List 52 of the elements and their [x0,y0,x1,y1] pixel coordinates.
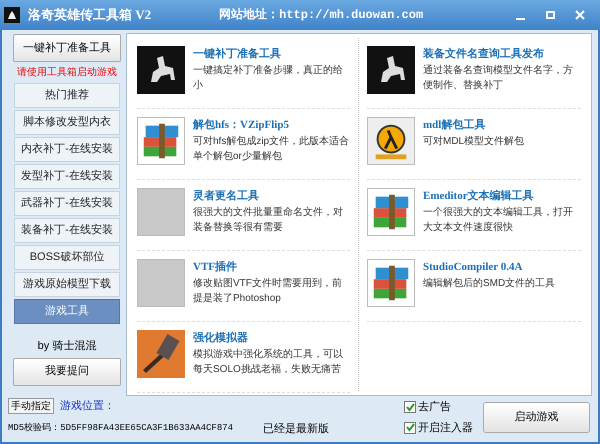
manual-select-button[interactable]: 手动指定 [8,398,54,414]
patch-prep-button[interactable]: 一键补丁准备工具 [13,34,121,62]
blank-thumbnail [137,259,185,307]
checkbox[interactable] [404,422,416,434]
books-icon [367,188,415,236]
tool-title[interactable]: StudioCompiler 0.4A [423,259,556,276]
tool-description: 一键搞定补丁准备步骤，真正的给小 [193,64,344,92]
sidebar-item[interactable]: BOSS破坏部位 [14,245,120,270]
tool-description: 很强大的文件批量重命名文件，对装备替换等很有需要 [193,206,344,234]
ask-button[interactable]: 我要提问 [13,358,121,386]
lambda-icon [367,117,415,165]
sidebar-item[interactable]: 武器补丁-在线安装 [14,191,120,216]
launch-notice: 请使用工具箱启动游戏 [17,66,117,80]
tool-description: 可对MDL模型文件解包 [423,134,524,148]
books-icon [137,117,185,165]
author-credit: by 骑士混混 [38,339,96,354]
tool-description: 可对hfs解包成zip文件，此版本适合单个解包or少量解包 [193,134,350,164]
tool-description: 一个很强大的文本编辑工具，打开大文本文件速度很快 [423,206,574,234]
tool-title[interactable]: 强化模拟器 [193,330,350,346]
tool-title[interactable]: VTF插件 [193,259,350,276]
launch-game-button[interactable]: 启动游戏 [483,402,590,433]
window-title: 洛奇英雄传工具箱 V2 [28,6,152,24]
sidebar-item[interactable]: 装备补丁-在线安装 [14,218,120,243]
check-icon [406,423,414,432]
tool-description: 通过装备名查询模型文件名字，方便制作、替换补丁 [423,64,574,92]
check-icon [406,402,414,412]
website-url: 网站地址：http://mh.duowan.com [219,6,424,24]
tool-title[interactable]: Emeditor文本编辑工具 [423,188,581,204]
checkbox[interactable] [404,401,416,414]
tool-title[interactable]: 一键补丁准备工具 [193,46,350,62]
hammer-icon [137,330,185,378]
sidebar-item[interactable]: 发型补丁-在线安装 [14,164,120,189]
version-status: 已经是最新版 [263,422,330,436]
checkbox-label: 去广告 [418,400,451,415]
tool-description: 编辑解包后的SMD文件的工具 [423,276,556,290]
sidebar-item[interactable]: 内衣补丁-在线安装 [14,137,120,162]
tool-title[interactable]: 解包hfs：VZipFlip5 [193,117,350,134]
tool-title[interactable]: 灵者更名工具 [193,188,350,204]
tool-title[interactable]: mdl解包工具 [423,117,524,134]
checkbox-label: 开启注入器 [418,420,473,436]
md5-checksum: MD5校验码：5D5FF98FA43EE65CA3F1B633AA4CF874 [8,422,234,435]
sidebar-item[interactable]: 热门推荐 [14,83,120,108]
sidebar-item[interactable]: 脚本修改发型内衣 [14,110,120,135]
books-icon [367,259,415,307]
game-location-label: 游戏位置： [60,399,115,414]
app-icon [4,7,20,23]
sidebar-item[interactable]: 游戏原始模型下载 [14,272,120,297]
tool-description: 修改贴图VTF文件时需要用到，前提是装了Photoshop [193,276,343,306]
close-icon [575,10,585,20]
blank-thumbnail [137,188,185,236]
tool-title[interactable]: 装备文件名查询工具发布 [423,46,581,62]
tool-description: 模拟游戏中强化系统的工具，可以每天SOLO挑战老福，失败无痛苦 [193,348,344,376]
